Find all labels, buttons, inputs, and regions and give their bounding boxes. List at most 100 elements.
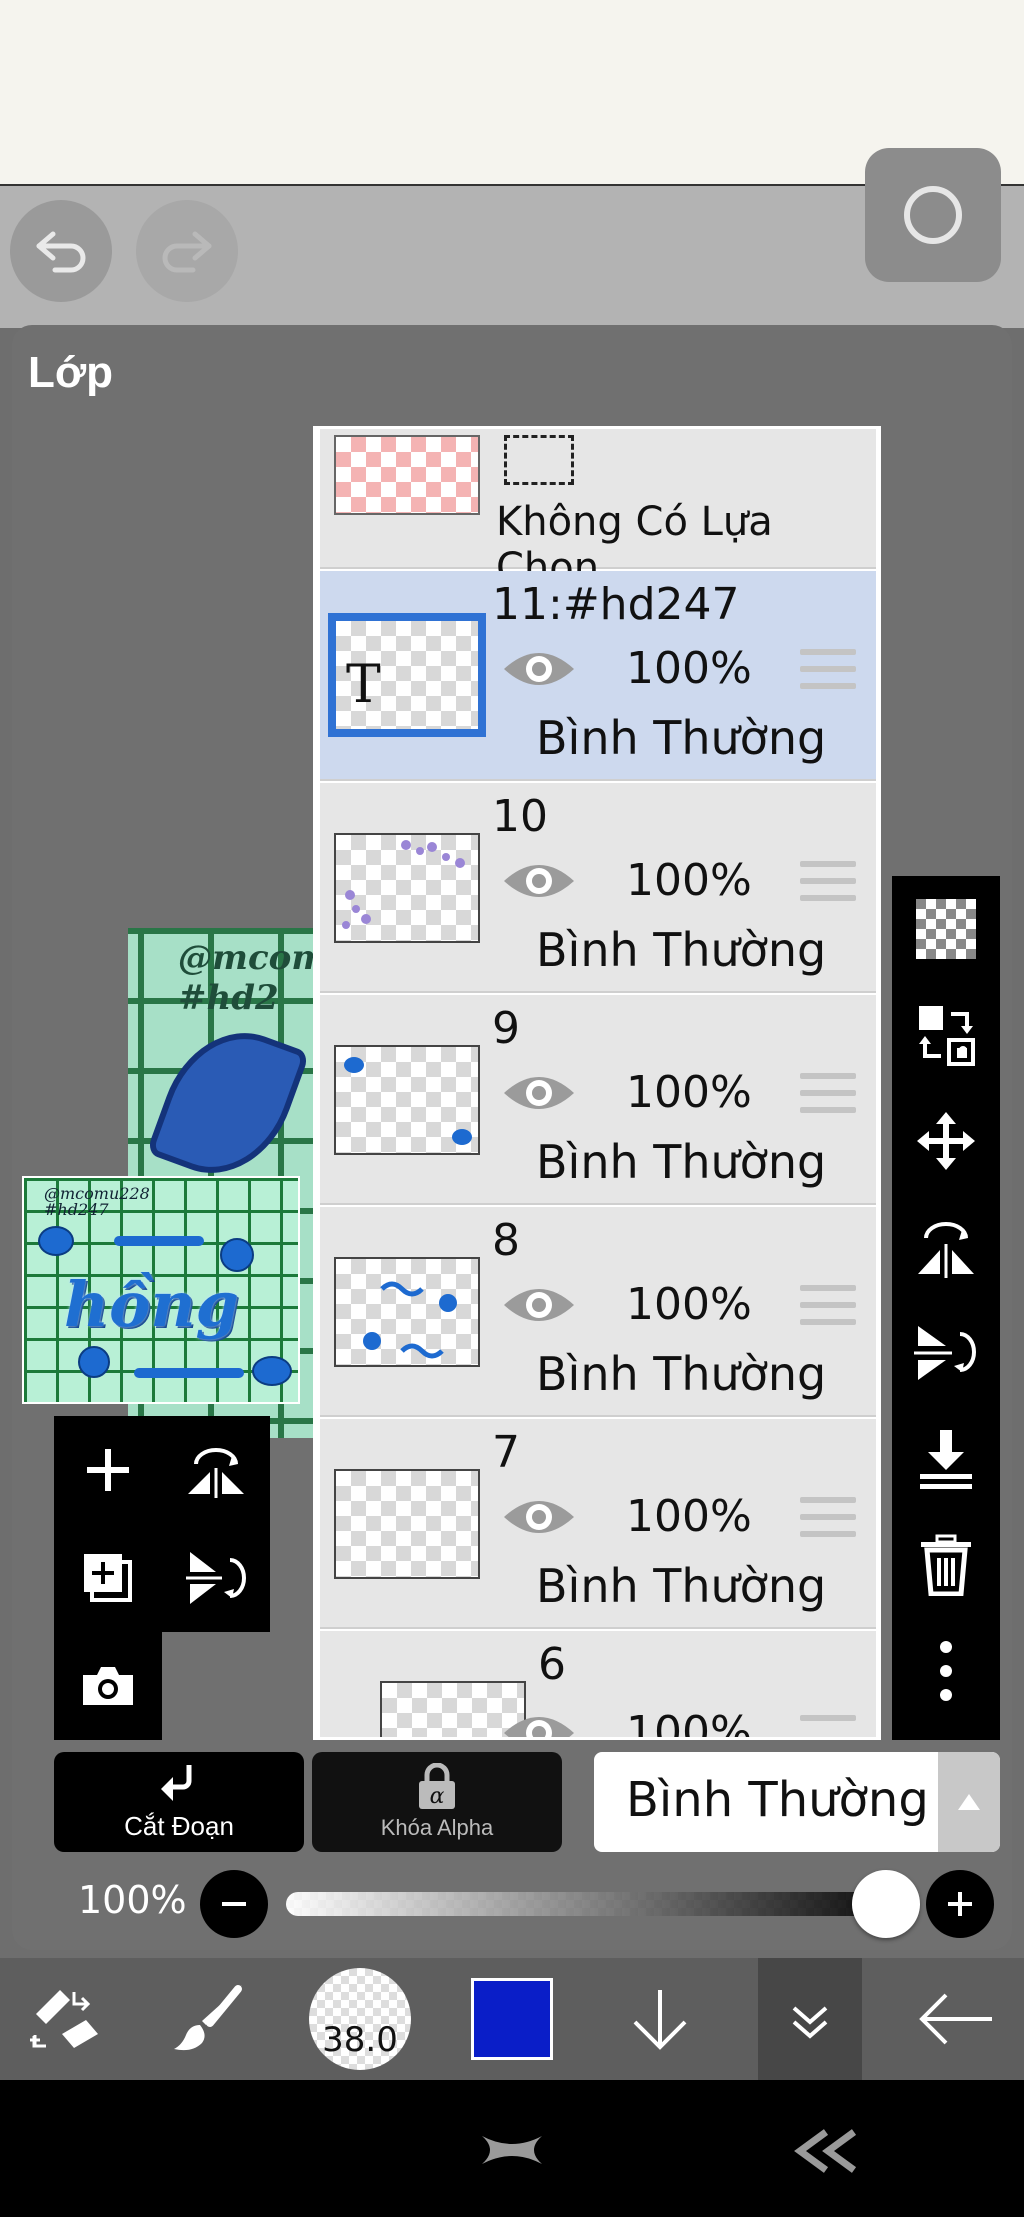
opacity-increase-button[interactable] — [926, 1870, 994, 1938]
transform-tool-button[interactable] — [14, 1958, 114, 2080]
layer-opacity: 100% — [626, 1279, 752, 1330]
drag-handle-icon[interactable] — [800, 1073, 856, 1121]
layer-down-button[interactable] — [610, 1958, 710, 2080]
undo-button[interactable] — [10, 200, 112, 302]
record-button[interactable] — [865, 148, 1001, 282]
layer-name: 6 — [538, 1639, 566, 1690]
thumbnail-leaf — [38, 1226, 74, 1256]
layer-name: 9 — [492, 1003, 520, 1054]
opacity-decrease-button[interactable] — [200, 1870, 268, 1938]
arrow-down-icon — [633, 1990, 687, 2050]
merge-down-button[interactable] — [892, 1406, 1000, 1512]
add-layer-button[interactable] — [54, 1416, 162, 1524]
eye-icon[interactable] — [500, 643, 578, 695]
redo-button[interactable] — [136, 200, 238, 302]
layer-row[interactable]: 7 100% Bình Thường — [320, 1419, 876, 1629]
more-options-button[interactable] — [892, 1618, 1000, 1724]
color-picker-button[interactable] — [462, 1958, 562, 2080]
plus-icon — [87, 1449, 129, 1491]
alpha-lock-button[interactable]: α Khóa Alpha — [312, 1752, 562, 1852]
flower-sprig-icon — [342, 840, 465, 929]
layers-panel-toggle[interactable] — [758, 1958, 862, 2080]
flip-vertical-icon — [914, 1326, 976, 1380]
plus-icon — [948, 1892, 972, 1916]
layer-row[interactable]: 10 100% Bình Thường — [320, 783, 876, 993]
duplicate-layer-button[interactable] — [54, 1524, 162, 1632]
svg-text:α: α — [430, 1784, 445, 1809]
brush-icon — [174, 1985, 242, 2051]
flip-vertical-rotate-button[interactable] — [162, 1524, 270, 1632]
layer-thumbnail — [334, 833, 480, 943]
layer-row[interactable]: 9 100% Bình Thường — [320, 995, 876, 1205]
flip-vertical-icon — [186, 1552, 246, 1604]
layer-thumbnail — [334, 1045, 480, 1155]
transparency-button[interactable] — [892, 876, 1000, 982]
clipping-arrow-icon — [161, 1764, 192, 1801]
camera-import-button[interactable] — [54, 1632, 162, 1740]
swap-icon — [919, 1006, 975, 1066]
thumbnail-handle: @mcomu228 #hd247 — [44, 1184, 150, 1219]
blend-mode-select[interactable]: Bình Thường — [594, 1752, 1000, 1852]
eye-icon[interactable] — [500, 1707, 578, 1740]
flip-horizontal-rotate-button[interactable] — [162, 1416, 270, 1524]
swap-layer-button[interactable] — [892, 982, 1000, 1088]
flip-horizontal-icon — [918, 1222, 974, 1278]
clipping-button[interactable]: Cắt Đoạn — [54, 1752, 304, 1852]
drag-handle-icon[interactable] — [800, 1715, 856, 1737]
lock-alpha-icon: α — [419, 1763, 455, 1809]
brush-size-button[interactable]: 38.0 — [306, 1958, 414, 2080]
merge-down-icon — [920, 1430, 972, 1489]
layer-row[interactable]: T 11:#hd247 100% Bình Thường — [320, 571, 876, 781]
layer-list: Không Có Lựa Chọn T 11:#hd247 100% Bình … — [313, 426, 881, 1740]
redo-arrow-icon — [162, 231, 212, 273]
layer-blend-mode: Bình Thường — [536, 1559, 827, 1613]
close-x-icon[interactable] — [476, 2130, 548, 2170]
layer-thumbnail: T — [328, 613, 486, 737]
flip-vertical-button[interactable] — [892, 1300, 1000, 1406]
arrow-left-icon — [919, 1993, 992, 2045]
thumbnail-wave — [114, 1236, 204, 1246]
layer-opacity: 100% — [626, 855, 752, 906]
eye-icon[interactable] — [500, 1491, 578, 1543]
back-button[interactable] — [906, 1958, 1006, 2080]
eye-icon[interactable] — [500, 855, 578, 907]
trash-icon — [921, 1534, 971, 1596]
delete-layer-button[interactable] — [892, 1512, 1000, 1618]
duplicate-icon — [84, 1554, 132, 1602]
thumbnail-ball — [220, 1238, 254, 1272]
drag-handle-icon[interactable] — [800, 861, 856, 909]
move-button[interactable] — [892, 1088, 1000, 1194]
flip-horizontal-button[interactable] — [892, 1194, 1000, 1300]
alpha-lock-label: Khóa Alpha — [380, 1815, 494, 1840]
eye-icon[interactable] — [500, 1067, 578, 1119]
chevron-double-left-icon[interactable] — [792, 2126, 862, 2176]
layer-name: 7 — [492, 1427, 520, 1478]
drag-handle-icon[interactable] — [800, 1285, 856, 1333]
more-vertical-icon — [940, 1641, 952, 1701]
thumbnail-ball — [78, 1346, 110, 1378]
checkerboard-icon — [916, 899, 976, 959]
brush-tool-button[interactable] — [160, 1958, 260, 2080]
canvas-thumbnail[interactable]: @mcomu228 #hd247 hồng — [22, 1176, 300, 1404]
eye-icon[interactable] — [500, 1279, 578, 1331]
flip-horizontal-icon — [188, 1448, 244, 1498]
thumbnail-word: hồng — [64, 1268, 239, 1341]
layer-blend-mode: Bình Thường — [536, 1347, 827, 1401]
leaf-icon — [344, 1057, 472, 1145]
move-arrows-icon — [917, 1112, 975, 1170]
layer-name: 8 — [492, 1215, 520, 1266]
layer-row[interactable]: 6 100% — [320, 1631, 876, 1740]
drag-handle-icon[interactable] — [800, 649, 856, 697]
layer-window-title: Lớp — [28, 348, 114, 397]
selection-layer-row[interactable]: Không Có Lựa Chọn — [320, 429, 876, 591]
layer-row[interactable]: 8 100% Bình Thường — [320, 1207, 876, 1417]
circle-ring-icon — [904, 186, 962, 244]
opacity-slider[interactable] — [286, 1892, 894, 1916]
thumbnail-wave — [134, 1368, 244, 1378]
opacity-slider-knob[interactable] — [852, 1870, 920, 1938]
chevron-double-down-icon — [792, 2006, 828, 2039]
brush-size-value: 38.0 — [309, 1968, 411, 2070]
drag-handle-icon[interactable] — [800, 1497, 856, 1545]
layer-opacity: 100% — [626, 1707, 752, 1740]
minus-icon — [222, 1902, 246, 1906]
